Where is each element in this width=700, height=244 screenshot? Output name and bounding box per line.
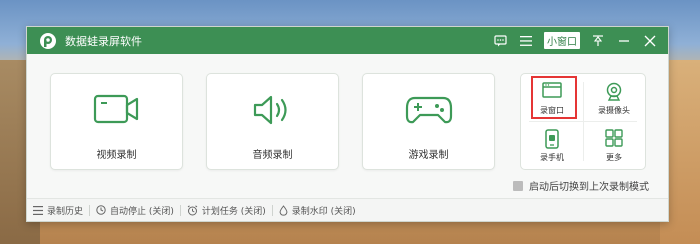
scheduled-task-label: 计划任务 (关闭) — [201, 206, 266, 217]
game-record-label: 游戏录制 — [408, 150, 449, 161]
app-logo-icon — [40, 32, 56, 49]
watermark-label: 录制水印 (关闭) — [291, 206, 356, 217]
alarm-clock-icon — [187, 204, 198, 215]
gamepad-icon — [405, 96, 452, 124]
record-phone-label: 录手机 — [540, 153, 564, 162]
minimize-icon[interactable] — [616, 33, 632, 49]
record-window-button[interactable]: 录窗口 — [521, 74, 583, 121]
record-phone-button[interactable]: 录手机 — [521, 121, 583, 168]
watermark-button[interactable]: 录制水印 (关闭) — [273, 204, 362, 217]
app-window: 数据蛙录屏软件 小窗口 视频录制 音频录制 游戏录制 录窗口 录摄像头 录手机 … — [26, 26, 669, 222]
title-bar[interactable]: 数据蛙录屏软件 小窗口 — [27, 27, 668, 54]
auto-stop-button[interactable]: 自动停止 (关闭) — [90, 204, 180, 217]
quad-divider-horizontal — [529, 121, 637, 122]
record-history-button[interactable]: 录制历史 — [27, 204, 89, 217]
pin-icon[interactable] — [590, 33, 606, 49]
clock-icon — [96, 205, 106, 215]
window-icon — [542, 82, 562, 98]
menu-icon[interactable] — [518, 33, 534, 49]
record-webcam-label: 录摄像头 — [598, 106, 630, 115]
restore-mode-checkbox[interactable] — [513, 180, 523, 191]
more-button[interactable]: 更多 — [583, 121, 645, 168]
close-icon[interactable] — [642, 33, 658, 49]
video-camera-icon — [93, 94, 138, 124]
video-record-label: 视频录制 — [96, 150, 137, 161]
list-icon — [33, 205, 43, 215]
webcam-icon — [606, 82, 622, 101]
game-record-card[interactable]: 游戏录制 — [362, 73, 495, 170]
feedback-icon[interactable] — [492, 33, 508, 49]
record-webcam-button[interactable]: 录摄像头 — [583, 74, 645, 121]
scheduled-task-button[interactable]: 计划任务 (关闭) — [181, 204, 272, 217]
restore-mode-option[interactable]: 启动后切换到上次录制模式 — [513, 178, 649, 193]
water-drop-icon — [279, 204, 288, 216]
auto-stop-label: 自动停止 (关闭) — [110, 206, 174, 217]
mode-quad-panel: 录窗口 录摄像头 录手机 更多 — [520, 73, 646, 170]
video-record-card[interactable]: 视频录制 — [50, 73, 183, 170]
speaker-icon — [253, 95, 287, 125]
record-history-label: 录制历史 — [47, 206, 84, 217]
more-label: 更多 — [606, 153, 622, 162]
footer-bar: 录制历史 自动停止 (关闭) 计划任务 (关闭) 录制水印 (关闭) — [27, 198, 668, 221]
audio-record-card[interactable]: 音频录制 — [206, 73, 339, 170]
restore-mode-label: 启动后切换到上次录制模式 — [529, 182, 649, 193]
app-title: 数据蛙录屏软件 — [65, 34, 142, 48]
phone-icon — [545, 129, 559, 149]
record-window-label: 录窗口 — [540, 106, 564, 115]
audio-record-label: 音频录制 — [252, 150, 293, 161]
small-window-button[interactable]: 小窗口 — [544, 32, 580, 49]
grid-icon — [605, 129, 623, 147]
